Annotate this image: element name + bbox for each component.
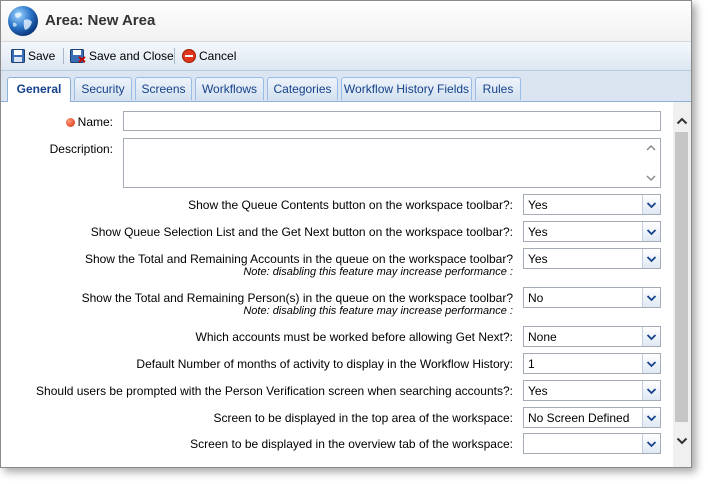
dropdown-button[interactable] bbox=[642, 327, 660, 346]
chevron-down-icon bbox=[646, 295, 657, 302]
tab-rules[interactable]: Rules bbox=[475, 77, 521, 100]
dropdown-button[interactable] bbox=[642, 408, 660, 427]
cancel-button[interactable]: Cancel bbox=[182, 48, 236, 64]
tab-general[interactable]: General bbox=[7, 77, 71, 102]
cancel-label: Cancel bbox=[199, 49, 237, 63]
total-persons-select[interactable]: No bbox=[523, 287, 661, 308]
scrollbar-thumb[interactable] bbox=[675, 132, 688, 422]
queue-selection-select[interactable]: Yes bbox=[523, 221, 661, 242]
total-accounts-note: Note: disabling this feature may increas… bbox=[243, 266, 513, 278]
select-value: Yes bbox=[528, 225, 548, 239]
tab-workflow-history-fields[interactable]: Workflow History Fields bbox=[341, 77, 472, 100]
chevron-down-icon bbox=[646, 256, 657, 263]
save-close-icon bbox=[70, 48, 86, 63]
save-and-close-label: Save and Close bbox=[89, 49, 174, 63]
total-accounts-label: Show the Total and Remaining Accounts in… bbox=[84, 252, 513, 266]
chevron-down-icon bbox=[646, 229, 657, 236]
overview-tab-screen-select[interactable] bbox=[523, 433, 661, 454]
get-next-accounts-label: Which accounts must be worked before all… bbox=[195, 330, 513, 344]
globe-icon bbox=[8, 6, 38, 36]
scroll-up-icon[interactable] bbox=[675, 114, 689, 128]
chevron-down-icon bbox=[646, 334, 657, 341]
tab-strip: General Security Screens Workflows Categ… bbox=[1, 71, 691, 102]
select-value: No bbox=[528, 291, 544, 305]
select-value: No Screen Defined bbox=[528, 411, 630, 425]
select-value: Yes bbox=[528, 252, 548, 266]
top-area-screen-select[interactable]: No Screen Defined bbox=[523, 407, 661, 428]
chevron-down-icon bbox=[646, 202, 657, 209]
dropdown-button[interactable] bbox=[642, 354, 660, 373]
tab-screens[interactable]: Screens bbox=[135, 77, 192, 100]
title-bar: Area: New Area bbox=[1, 1, 691, 42]
tab-workflows[interactable]: Workflows bbox=[195, 77, 264, 100]
queue-contents-label: Show the Queue Contents button on the wo… bbox=[188, 198, 513, 212]
toolbar: Save Save and Close Cancel bbox=[1, 42, 691, 71]
name-label: Name: bbox=[77, 115, 113, 129]
general-form: Name: Description: Show the Queue Conten… bbox=[1, 102, 673, 467]
select-value: Yes bbox=[528, 384, 548, 398]
save-button[interactable]: Save bbox=[11, 48, 55, 64]
total-persons-note: Note: disabling this feature may increas… bbox=[243, 305, 513, 317]
overview-tab-screen-label: Screen to be displayed in the overview t… bbox=[190, 437, 513, 451]
get-next-accounts-select[interactable]: None bbox=[523, 326, 661, 347]
select-value: Yes bbox=[528, 198, 548, 212]
floppy-disk-icon bbox=[11, 48, 25, 63]
total-accounts-select[interactable]: Yes bbox=[523, 248, 661, 269]
chevron-down-icon bbox=[646, 361, 657, 368]
total-persons-note-text: Note: disabling this feature may increas… bbox=[243, 305, 507, 317]
queue-selection-label: Show Queue Selection List and the Get Ne… bbox=[90, 225, 513, 239]
person-verification-label: Should users be prompted with the Person… bbox=[36, 384, 513, 398]
select-value: 1 bbox=[528, 357, 535, 371]
description-label: Description: bbox=[49, 142, 113, 156]
toolbar-separator bbox=[174, 48, 175, 64]
top-area-screen-label: Screen to be displayed in the top area o… bbox=[213, 411, 513, 425]
tab-security[interactable]: Security bbox=[74, 77, 132, 100]
window-title: Area: New Area bbox=[45, 12, 156, 29]
dropdown-button[interactable] bbox=[642, 288, 660, 307]
vertical-scrollbar[interactable] bbox=[673, 102, 691, 467]
name-input[interactable] bbox=[123, 111, 661, 131]
toolbar-separator bbox=[63, 48, 64, 64]
total-persons-label: Show the Total and Remaining Person(s) i… bbox=[81, 291, 513, 305]
scroll-up-icon[interactable] bbox=[644, 141, 658, 155]
required-icon bbox=[65, 118, 75, 127]
chevron-down-icon bbox=[646, 415, 657, 422]
person-verification-select[interactable]: Yes bbox=[523, 380, 661, 401]
dropdown-button[interactable] bbox=[642, 222, 660, 241]
queue-contents-select[interactable]: Yes bbox=[523, 194, 661, 215]
dropdown-button[interactable] bbox=[642, 249, 660, 268]
save-label: Save bbox=[28, 49, 56, 63]
description-textarea[interactable] bbox=[123, 138, 661, 188]
dropdown-button[interactable] bbox=[642, 381, 660, 400]
scroll-down-icon[interactable] bbox=[644, 171, 658, 185]
area-window: Area: New Area Save Save and Close Cance… bbox=[0, 0, 692, 468]
dropdown-button[interactable] bbox=[642, 195, 660, 214]
tab-categories[interactable]: Categories bbox=[267, 77, 338, 100]
history-months-select[interactable]: 1 bbox=[523, 353, 661, 374]
chevron-down-icon bbox=[646, 388, 657, 395]
history-months-label: Default Number of months of activity to … bbox=[136, 357, 513, 371]
select-value: None bbox=[528, 330, 557, 344]
dropdown-button[interactable] bbox=[642, 434, 660, 453]
name-label-wrap: Name: bbox=[65, 115, 113, 129]
cancel-icon bbox=[182, 48, 196, 63]
chevron-down-icon bbox=[646, 441, 657, 448]
total-accounts-note-text: Note: disabling this feature may increas… bbox=[243, 266, 507, 278]
scroll-down-icon[interactable] bbox=[675, 434, 689, 448]
save-and-close-button[interactable]: Save and Close bbox=[70, 48, 174, 64]
